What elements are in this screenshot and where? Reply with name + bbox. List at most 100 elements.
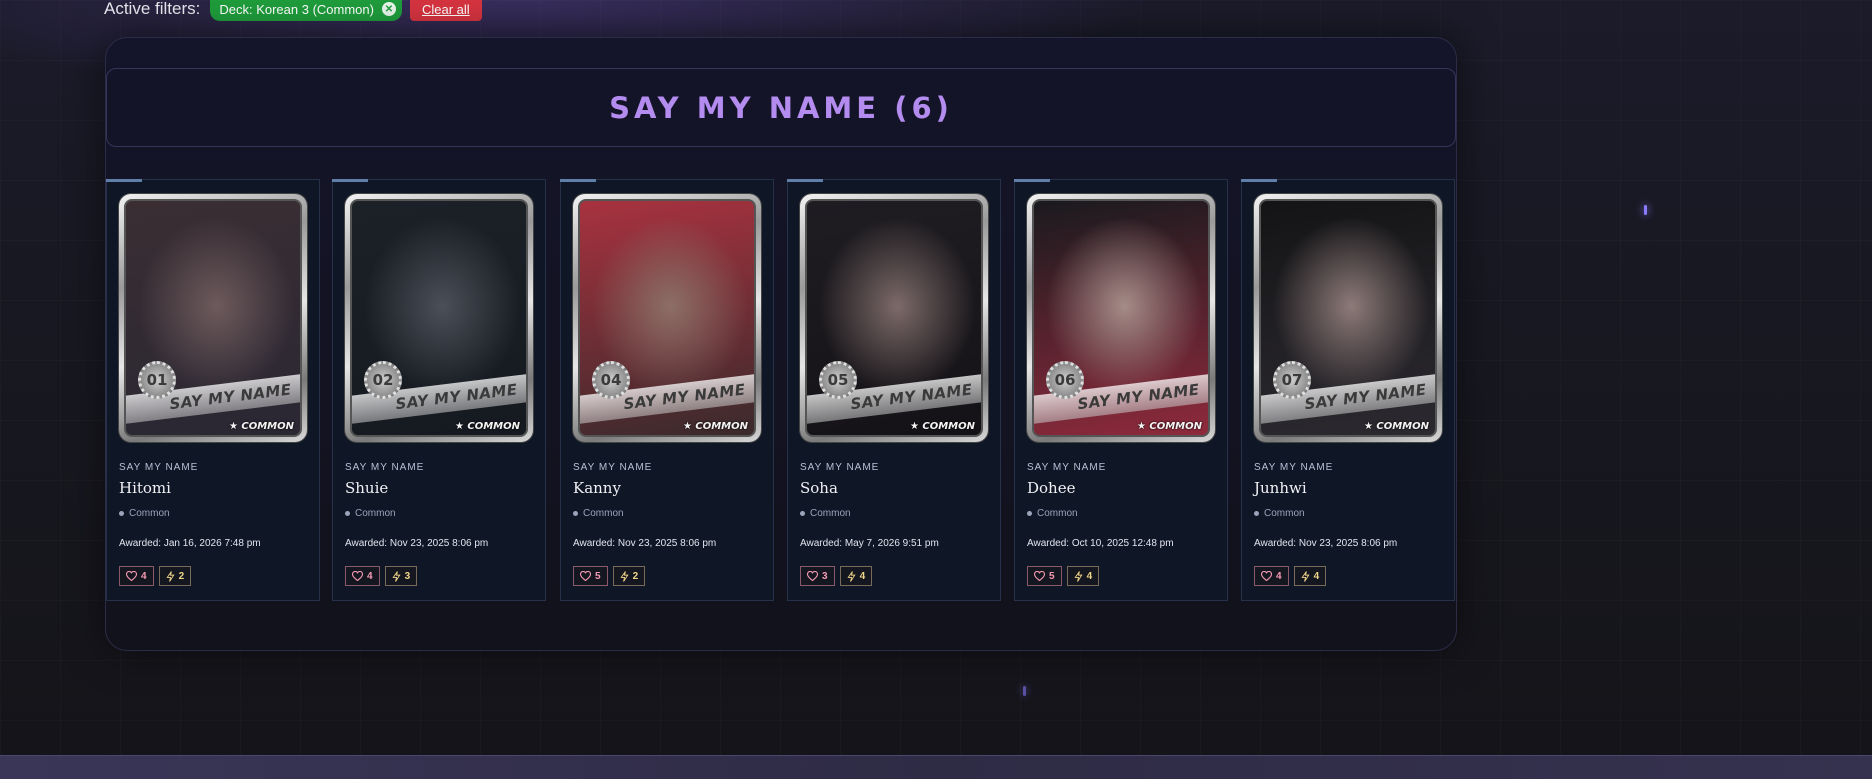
card-photo[interactable]: SAY MY NAME 07 ★ COMMON	[1259, 199, 1437, 437]
likes-stat[interactable]: 3	[800, 566, 835, 586]
card-grid: SAY MY NAME 01 ★ COMMON SAY MY NAME Hito…	[106, 179, 1458, 601]
card-photo[interactable]: SAY MY NAME 02 ★ COMMON	[350, 199, 528, 437]
card-set-name: SAY MY NAME	[1254, 462, 1334, 473]
card-number-badge: 04	[592, 361, 630, 399]
card-rarity-mark: ★ COMMON	[454, 421, 520, 432]
power-stat[interactable]: 4	[1066, 566, 1100, 586]
card-set-name: SAY MY NAME	[119, 462, 199, 473]
bolt-icon	[391, 570, 401, 582]
card-frame: SAY MY NAME 05 ★ COMMON	[800, 194, 988, 442]
card[interactable]: SAY MY NAME 05 ★ COMMON SAY MY NAME Soha…	[787, 179, 1001, 601]
power-count: 2	[632, 570, 639, 582]
card-accent	[787, 179, 823, 182]
card-rarity-label: Common	[129, 508, 170, 519]
rarity-dot-icon	[345, 511, 350, 516]
card-frame: SAY MY NAME 01 ★ COMMON	[119, 194, 307, 442]
card-stats: 4 2	[119, 566, 192, 586]
card-accent	[560, 179, 596, 182]
card-rarity-label: Common	[810, 508, 851, 519]
card-frame: SAY MY NAME 07 ★ COMMON	[1254, 194, 1442, 442]
heart-icon	[1261, 571, 1272, 581]
card-frame: SAY MY NAME 06 ★ COMMON	[1027, 194, 1215, 442]
card[interactable]: SAY MY NAME 01 ★ COMMON SAY MY NAME Hito…	[106, 179, 320, 601]
heart-icon	[580, 571, 591, 581]
power-count: 4	[1086, 570, 1093, 582]
filter-chip-label: Deck: Korean 3 (Common)	[219, 1, 374, 17]
filter-chip-deck[interactable]: Deck: Korean 3 (Common) ✕	[210, 0, 402, 21]
card-rarity: Common	[345, 508, 396, 519]
card-stats: 5 2	[573, 566, 646, 586]
power-stat[interactable]: 4	[1293, 566, 1327, 586]
card-accent	[1241, 179, 1277, 182]
bolt-icon	[846, 570, 856, 582]
likes-stat[interactable]: 4	[1254, 566, 1289, 586]
heart-icon	[1034, 571, 1045, 581]
bottom-bar	[0, 755, 1872, 779]
card[interactable]: SAY MY NAME 06 ★ COMMON SAY MY NAME Dohe…	[1014, 179, 1228, 601]
section-title: SAY MY NAME (6)	[609, 90, 953, 125]
card-rarity-mark: ★ COMMON	[1363, 421, 1429, 432]
card-rarity: Common	[1254, 508, 1305, 519]
card[interactable]: SAY MY NAME 04 ★ COMMON SAY MY NAME Kann…	[560, 179, 774, 601]
card-member-name: Junhwi	[1254, 479, 1307, 497]
card-stats: 3 4	[800, 566, 873, 586]
card-rarity-label: Common	[1037, 508, 1078, 519]
likes-stat[interactable]: 4	[119, 566, 154, 586]
card-member-name: Hitomi	[119, 479, 171, 497]
likes-count: 4	[1276, 570, 1282, 582]
card-accent	[332, 179, 368, 182]
collection-panel: SAY MY NAME (6) SAY MY NAME 01 ★ COMMON …	[105, 37, 1457, 651]
active-filters-bar: Active filters: Deck: Korean 3 (Common) …	[104, 0, 482, 21]
card-rarity-mark: ★ COMMON	[682, 421, 748, 432]
card-awarded: Awarded: May 7, 2026 9:51 pm	[800, 538, 939, 549]
card[interactable]: SAY MY NAME 07 ★ COMMON SAY MY NAME Junh…	[1241, 179, 1455, 601]
bolt-icon	[165, 570, 175, 582]
card-member-name: Kanny	[573, 479, 621, 497]
card-member-name: Soha	[800, 479, 838, 497]
power-stat[interactable]: 2	[612, 566, 646, 586]
card-awarded: Awarded: Nov 23, 2025 8:06 pm	[345, 538, 489, 549]
card-photo[interactable]: SAY MY NAME 05 ★ COMMON	[805, 199, 983, 437]
power-stat[interactable]: 3	[384, 566, 418, 586]
card-accent	[106, 179, 142, 182]
close-icon[interactable]: ✕	[381, 2, 396, 16]
power-stat[interactable]: 4	[839, 566, 873, 586]
likes-count: 4	[141, 570, 147, 582]
card-frame: SAY MY NAME 02 ★ COMMON	[345, 194, 533, 442]
card-band-text: SAY MY NAME	[394, 380, 519, 414]
card-rarity: Common	[1027, 508, 1078, 519]
card-number-badge: 07	[1273, 361, 1311, 399]
likes-count: 5	[1049, 570, 1055, 582]
card-photo[interactable]: SAY MY NAME 06 ★ COMMON	[1032, 199, 1210, 437]
power-stat[interactable]: 2	[158, 566, 192, 586]
rarity-dot-icon	[573, 511, 578, 516]
card-photo[interactable]: SAY MY NAME 04 ★ COMMON	[578, 199, 756, 437]
card-stats: 4 3	[345, 566, 418, 586]
bolt-icon	[619, 570, 629, 582]
card-awarded: Awarded: Nov 23, 2025 8:06 pm	[573, 538, 717, 549]
likes-count: 5	[595, 570, 601, 582]
card-band-text: SAY MY NAME	[168, 380, 293, 414]
card[interactable]: SAY MY NAME 02 ★ COMMON SAY MY NAME Shui…	[332, 179, 546, 601]
likes-stat[interactable]: 4	[345, 566, 380, 586]
card-member-name: Shuie	[345, 479, 389, 497]
card-member-name: Dohee	[1027, 479, 1076, 497]
rarity-dot-icon	[1254, 511, 1259, 516]
card-rarity-label: Common	[1264, 508, 1305, 519]
card-rarity: Common	[573, 508, 624, 519]
power-count: 2	[178, 570, 185, 582]
card-set-name: SAY MY NAME	[1027, 462, 1107, 473]
card-rarity-mark: ★ COMMON	[1136, 421, 1202, 432]
card-accent	[1014, 179, 1050, 182]
power-count: 4	[859, 570, 866, 582]
card-band-text: SAY MY NAME	[1076, 380, 1201, 414]
clear-all-button[interactable]: Clear all	[409, 0, 482, 21]
likes-stat[interactable]: 5	[573, 566, 608, 586]
card-awarded: Awarded: Oct 10, 2025 12:48 pm	[1027, 538, 1174, 549]
likes-stat[interactable]: 5	[1027, 566, 1062, 586]
card-photo[interactable]: SAY MY NAME 01 ★ COMMON	[124, 199, 302, 437]
heart-icon	[807, 571, 818, 581]
bolt-icon	[1073, 570, 1083, 582]
likes-count: 4	[367, 570, 373, 582]
card-rarity-label: Common	[583, 508, 624, 519]
